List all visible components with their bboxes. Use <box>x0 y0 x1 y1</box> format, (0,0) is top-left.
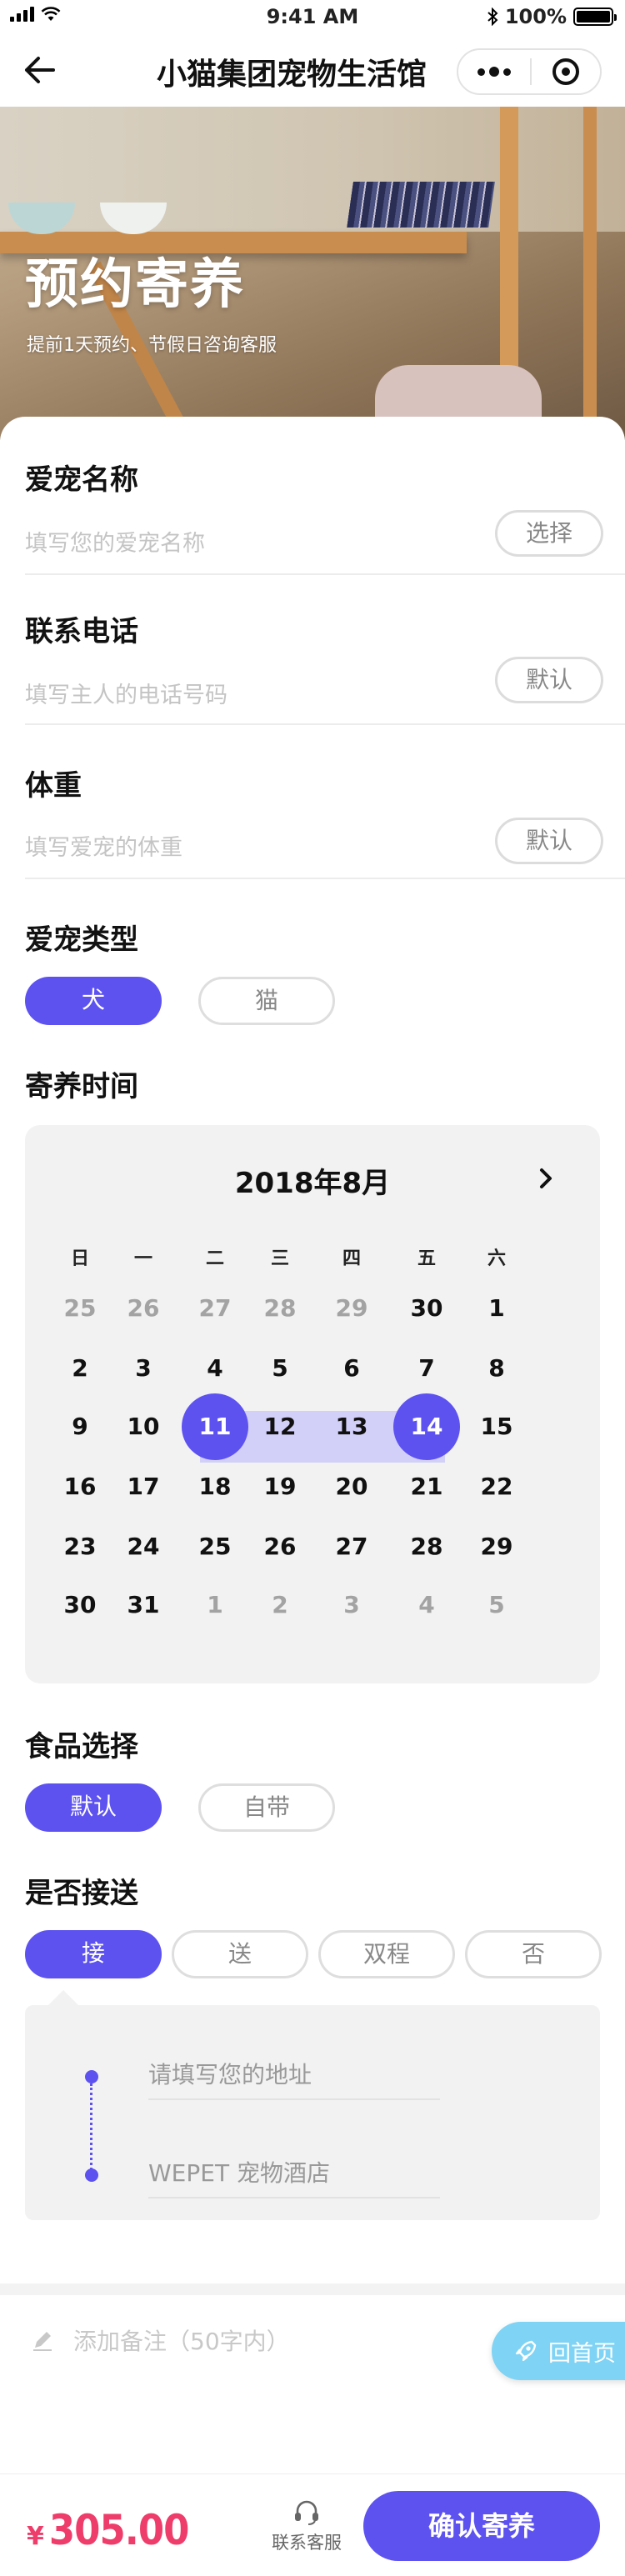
pickup-address-input[interactable]: 请填写您的地址 <box>148 2057 312 2090</box>
address-divider <box>148 2098 440 2100</box>
pet-type-cat-option[interactable]: 猫 <box>198 977 335 1025</box>
calendar: 2018年8月 日一二三四五六 25 26 27 28 29 30 1 2 3 4 5 6 7 8 9 10 11… <box>25 1125 600 1683</box>
weight-default-button[interactable]: 默认 <box>495 818 603 864</box>
home-button-label: 回首页 <box>548 2340 616 2367</box>
calendar-day[interactable]: 1 <box>180 1570 250 1640</box>
pet-name-label: 爱宠名称 <box>25 463 138 497</box>
pencil-icon <box>33 2332 52 2351</box>
calendar-day[interactable]: 5 <box>462 1570 532 1640</box>
calendar-month-label: 2018年8月 <box>234 1167 391 1200</box>
weight-label: 体重 <box>25 769 82 803</box>
transport-none-option[interactable]: 否 <box>465 1930 602 1978</box>
calendar-weekday-label: 一 <box>133 1248 152 1269</box>
calendar-day[interactable]: 11 <box>180 1392 250 1462</box>
more-dots-icon[interactable] <box>458 50 530 93</box>
pet-type-dog-option[interactable]: 犬 <box>25 977 162 1025</box>
headset-icon <box>295 2500 318 2525</box>
battery-percent: 100% <box>504 5 567 28</box>
pet-type-title: 爱宠类型 <box>25 923 138 957</box>
select-pet-button[interactable]: 选择 <box>495 510 603 557</box>
mini-program-capsule <box>457 48 602 95</box>
calendar-weekday-label: 六 <box>487 1248 506 1269</box>
currency-symbol: ¥ <box>27 2522 44 2551</box>
calendar-day[interactable]: 31 <box>108 1570 178 1640</box>
calendar-weekday-label: 三 <box>270 1248 289 1269</box>
contact-service-label: 联系客服 <box>272 2533 342 2553</box>
bluetooth-icon <box>488 8 498 26</box>
status-bar: 9:41 AM 100% <box>0 0 625 33</box>
next-month-chevron-icon[interactable] <box>538 1167 553 1190</box>
calendar-day[interactable]: 14 <box>392 1392 462 1462</box>
destination-pin-icon <box>85 2168 98 2182</box>
status-right: 100% <box>487 5 617 28</box>
calendar-weekday-label: 四 <box>342 1248 361 1269</box>
food-title: 食品选择 <box>25 1730 138 1763</box>
transport-title: 是否接送 <box>25 1877 138 1910</box>
boarding-time-title: 寄养时间 <box>25 1070 138 1103</box>
battery-icon <box>573 8 617 26</box>
weight-input[interactable]: 填写爱宠的体重 <box>25 829 182 862</box>
phone-label: 联系电话 <box>25 615 138 648</box>
calendar-day[interactable]: 30 <box>45 1570 115 1640</box>
calendar-weekday-label: 二 <box>205 1248 224 1269</box>
section-divider <box>0 2283 625 2295</box>
route-dotted-line <box>90 2083 92 2180</box>
food-own-option[interactable]: 自带 <box>198 1783 335 1832</box>
home-button[interactable]: 回首页 <box>492 2322 625 2380</box>
calendar-weekday-label: 五 <box>417 1248 436 1269</box>
total-price: ¥ 305.00 <box>27 2506 190 2554</box>
weight-field: 体重 填写爱宠的体重 默认 <box>25 763 625 879</box>
food-default-option[interactable]: 默认 <box>25 1783 162 1832</box>
phone-input[interactable]: 填写主人的电话号码 <box>25 677 228 709</box>
hero-subtitle: 提前1天预约、节假日咨询客服 <box>27 335 277 356</box>
pet-name-input[interactable]: 填写您的爱宠名称 <box>25 525 205 558</box>
transport-roundtrip-option[interactable]: 双程 <box>318 1930 455 1978</box>
pet-name-field: 爱宠名称 填写您的爱宠名称 选择 <box>25 457 625 575</box>
transport-pickup-option[interactable]: 接 <box>25 1930 162 1978</box>
address-box-pointer <box>47 1990 80 2007</box>
field-divider <box>25 878 625 879</box>
rocket-icon <box>515 2340 537 2362</box>
calendar-day[interactable]: 3 <box>317 1570 387 1640</box>
field-divider <box>25 723 625 725</box>
price-amount: 305.00 <box>48 2506 190 2554</box>
nav-bar: 小猫集团宠物生活馆 <box>0 33 625 107</box>
back-arrow-icon[interactable] <box>20 52 60 88</box>
destination-text: WEPET 宠物酒店 <box>148 2159 330 2187</box>
hero-title: 预约寄养 <box>25 254 245 316</box>
calendar-weekday-label: 日 <box>70 1248 89 1269</box>
origin-dot-icon <box>85 2070 98 2083</box>
rug-image <box>347 182 495 228</box>
note-input[interactable]: 添加备注（50字内） <box>30 2323 290 2357</box>
note-placeholder: 添加备注（50字内） <box>73 2328 290 2355</box>
address-box: 请填写您的地址 WEPET 宠物酒店 <box>25 2005 600 2220</box>
close-target-icon[interactable] <box>532 50 600 93</box>
contact-service-button[interactable]: 联系客服 <box>268 2499 345 2554</box>
transport-dropoff-option[interactable]: 送 <box>172 1930 308 1978</box>
bottom-bar: ¥ 305.00 联系客服 确认寄养 <box>0 2473 625 2576</box>
address-divider <box>148 2197 440 2198</box>
calendar-day[interactable]: 2 <box>245 1570 315 1640</box>
field-divider <box>25 573 625 575</box>
page-title: 小猫集团宠物生活馆 <box>156 58 427 92</box>
phone-field: 联系电话 填写主人的电话号码 默认 <box>25 608 625 725</box>
confirm-booking-button[interactable]: 确认寄养 <box>363 2491 600 2561</box>
phone-default-button[interactable]: 默认 <box>495 657 603 703</box>
calendar-day[interactable]: 4 <box>392 1570 462 1640</box>
hero-banner: 预约寄养 提前1天预约、节假日咨询客服 <box>0 107 625 440</box>
